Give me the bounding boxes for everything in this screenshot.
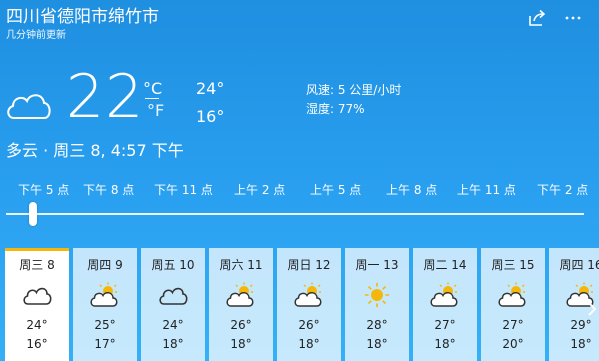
- day-card[interactable]: 周三 15 27° 20°: [481, 248, 545, 361]
- hour-label[interactable]: 下午 11 点: [154, 182, 213, 198]
- timeline-track[interactable]: [6, 213, 584, 215]
- hour-label[interactable]: 上午 2 点: [234, 182, 285, 198]
- hour-label[interactable]: 下午 2 点: [537, 182, 588, 198]
- partly-cloudy-icon: [90, 282, 118, 307]
- day-high: 24°: [26, 318, 48, 332]
- day-low: 18°: [570, 337, 592, 351]
- hour-label[interactable]: 上午 8 点: [386, 182, 437, 198]
- location-title: 四川省德阳市绵竹市: [6, 7, 159, 27]
- day-low: 16°: [26, 337, 48, 351]
- day-high: 28°: [366, 318, 388, 332]
- humidity: 湿度: 77%: [306, 102, 365, 116]
- day-low: 18°: [366, 337, 388, 351]
- wind-speed: 风速: 5 公里/小时: [306, 83, 402, 97]
- day-card[interactable]: 周五 10 24° 18°: [141, 248, 205, 361]
- day-name: 周一 13: [355, 258, 399, 272]
- day-low: 18°: [162, 337, 184, 351]
- partly-cloudy-icon: [226, 282, 254, 307]
- hourly-timeline: 下午 5 点 下午 8 点 下午 11 点 上午 2 点 上午 5 点 上午 8…: [0, 182, 599, 200]
- day-name: 周六 11: [219, 258, 263, 272]
- today-low: 16°: [196, 107, 225, 126]
- share-icon[interactable]: [527, 8, 547, 28]
- cloudy-icon: [23, 287, 52, 305]
- day-name: 周三 15: [491, 258, 535, 272]
- day-high: 27°: [434, 318, 456, 332]
- hour-label[interactable]: 上午 5 点: [310, 182, 361, 198]
- partly-cloudy-icon: [7, 94, 51, 119]
- day-card[interactable]: 周三 8 24° 16°: [5, 248, 69, 361]
- chevron-right-icon[interactable]: [586, 300, 598, 318]
- cloudy-icon: [159, 287, 188, 305]
- day-card[interactable]: 周日 12 26° 18°: [277, 248, 341, 361]
- day-card[interactable]: 周一 13 28° 18°: [345, 248, 409, 361]
- unit-divider: [145, 98, 159, 99]
- timeline-slider-handle[interactable]: [29, 202, 37, 226]
- hour-label[interactable]: 下午 5 点: [18, 182, 69, 198]
- current-temperature: 22: [66, 62, 145, 132]
- unit-celsius-toggle[interactable]: °C: [143, 80, 162, 98]
- day-low: 20°: [502, 337, 524, 351]
- day-high: 26°: [298, 318, 320, 332]
- day-low: 18°: [230, 337, 252, 351]
- hour-label[interactable]: 下午 8 点: [83, 182, 134, 198]
- hour-label[interactable]: 上午 11 点: [457, 182, 516, 198]
- day-high: 24°: [162, 318, 184, 332]
- updated-status: 几分钟前更新: [6, 30, 66, 41]
- today-high: 24°: [196, 79, 225, 98]
- partly-cloudy-icon: [430, 282, 458, 307]
- day-name: 周五 10: [151, 258, 195, 272]
- partly-cloudy-icon: [498, 282, 526, 307]
- condition-line: 多云 · 周三 8, 4:57 下午: [6, 141, 184, 160]
- day-card[interactable]: 周四 9 25° 17°: [73, 248, 137, 361]
- day-name: 周三 8: [19, 258, 55, 272]
- day-low: 17°: [94, 337, 116, 351]
- day-card[interactable]: 周六 11 26° 18°: [209, 248, 273, 361]
- day-high: 26°: [230, 318, 252, 332]
- day-name: 周四 16: [559, 258, 599, 272]
- more-icon[interactable]: [563, 8, 583, 28]
- partly-cloudy-icon: [294, 282, 322, 307]
- day-low: 18°: [298, 337, 320, 351]
- day-high: 29°: [570, 318, 592, 332]
- daily-forecast: 周三 8 24° 16° 周四 9 25° 17° 周五 10 24° 18° …: [0, 248, 599, 361]
- day-low: 18°: [434, 337, 456, 351]
- day-name: 周日 12: [287, 258, 331, 272]
- day-name: 周四 9: [87, 258, 123, 272]
- sunny-icon: [364, 282, 390, 308]
- day-card[interactable]: 周二 14 27° 18°: [413, 248, 477, 361]
- day-high: 25°: [94, 318, 116, 332]
- day-name: 周二 14: [423, 258, 467, 272]
- day-high: 27°: [502, 318, 524, 332]
- unit-fahrenheit-toggle[interactable]: °F: [147, 102, 164, 120]
